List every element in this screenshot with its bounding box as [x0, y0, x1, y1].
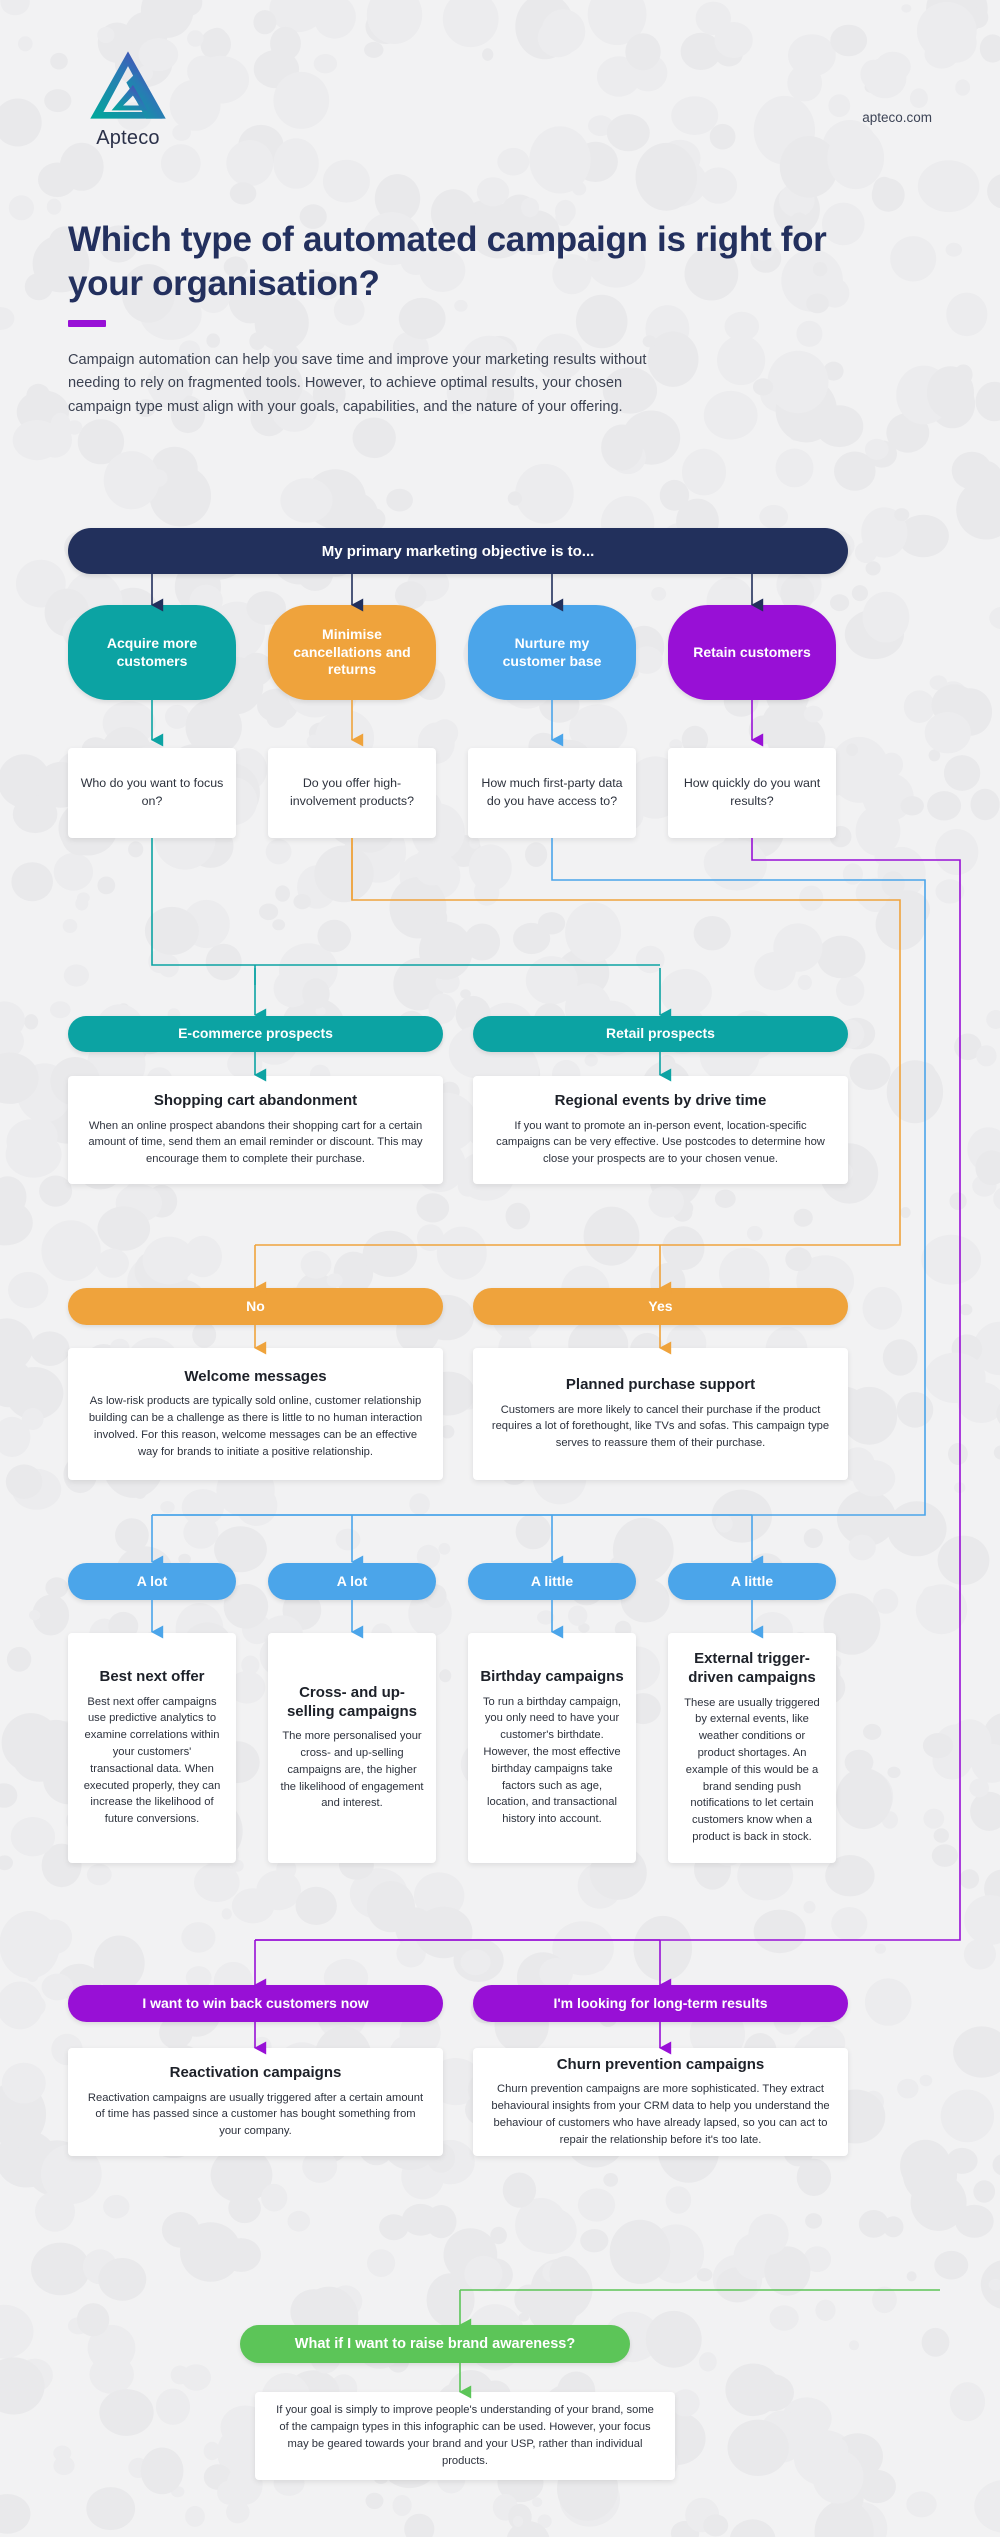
- objective-pill-minimise[interactable]: Minimise cancellations and returns: [268, 605, 436, 700]
- card-body: These are usually triggered by external …: [684, 1696, 820, 1844]
- blue-option-a-little-1[interactable]: A little: [468, 1563, 636, 1600]
- card-heading: Planned purchase support: [565, 1375, 756, 1393]
- accent-bar: [68, 319, 106, 327]
- card-heading: Cross- and up-selling campaigns: [286, 1683, 418, 1720]
- objective-pill-nurture[interactable]: Nurture my customer base: [468, 605, 636, 700]
- objective-label: Acquire more customers: [106, 635, 198, 669]
- blue-option-a-lot-1[interactable]: A lot: [68, 1563, 236, 1600]
- card-body: If your goal is simply to improve people…: [276, 2404, 654, 2467]
- question-card-high-involvement: Do you offer high-involvement products?: [268, 748, 436, 838]
- card-body: When an online prospect abandons their s…: [88, 1119, 423, 1166]
- option-label: I'm looking for long-term results: [553, 1994, 768, 2011]
- card-heading: Reactivation campaigns: [169, 2063, 342, 2081]
- card-churn-prevention-campaigns: Churn prevention campaigns Churn prevent…: [473, 2048, 848, 2156]
- teal-option-retail[interactable]: Retail prospects: [473, 1016, 848, 1052]
- card-body: To run a birthday campaign, you only nee…: [482, 1695, 622, 1826]
- option-label: What if I want to raise brand awareness?: [294, 2335, 576, 2352]
- card-heading: Churn prevention campaigns: [556, 2055, 765, 2073]
- objective-pill-acquire[interactable]: Acquire more customers: [68, 605, 236, 700]
- option-label: A little: [530, 1572, 574, 1589]
- purple-option-long-term[interactable]: I'm looking for long-term results: [473, 1985, 848, 2022]
- card-body: The more personalised your cross- and up…: [280, 1730, 424, 1810]
- objective-label: Retain customers: [693, 643, 811, 660]
- objective-label: Minimise cancellations and returns: [293, 626, 411, 678]
- root-objective-bar: My primary marketing objective is to...: [68, 528, 848, 574]
- objective-label: Nurture my customer base: [502, 635, 602, 669]
- card-birthday-campaigns: Birthday campaigns To run a birthday cam…: [468, 1633, 636, 1863]
- page-title: Which type of automated campaign is righ…: [68, 220, 827, 303]
- question-card-how-quickly: How quickly do you want results?: [668, 748, 836, 838]
- question-card-first-party-data: How much first-party data do you have ac…: [468, 748, 636, 838]
- option-label: A lot: [136, 1572, 168, 1589]
- option-label: Yes: [648, 1297, 673, 1314]
- green-option-brand-awareness[interactable]: What if I want to raise brand awareness?: [240, 2325, 630, 2363]
- card-reactivation-campaigns: Reactivation campaigns Reactivation camp…: [68, 2048, 443, 2156]
- option-label: No: [246, 1297, 265, 1314]
- objective-pill-retain[interactable]: Retain customers: [668, 605, 836, 700]
- card-best-next-offer: Best next offer Best next offer campaign…: [68, 1633, 236, 1863]
- option-label: E-commerce prospects: [178, 1025, 333, 1042]
- card-cross-up-selling: Cross- and up-selling campaigns The more…: [268, 1633, 436, 1863]
- blue-option-a-lot-2[interactable]: A lot: [268, 1563, 436, 1600]
- card-heading: Welcome messages: [184, 1367, 327, 1385]
- card-body: As low-risk products are typically sold …: [88, 1395, 423, 1458]
- card-heading: Birthday campaigns: [480, 1667, 624, 1685]
- card-welcome-messages: Welcome messages As low-risk products ar…: [68, 1348, 443, 1480]
- site-url[interactable]: apteco.com: [862, 110, 932, 125]
- brand-wordmark: Apteco: [96, 127, 160, 149]
- card-heading: External trigger-driven campaigns: [688, 1650, 816, 1686]
- infographic-page: Apteco apteco.com Which type of automate…: [0, 0, 1000, 2537]
- option-label: I want to win back customers now: [142, 1994, 369, 2011]
- card-body: Reactivation campaigns are usually trigg…: [87, 2091, 424, 2138]
- card-planned-purchase-support: Planned purchase support Customers are m…: [473, 1348, 848, 1480]
- question-card-focus: Who do you want to focus on?: [68, 748, 236, 838]
- option-label: A lot: [336, 1572, 368, 1589]
- title-block: Which type of automated campaign is righ…: [68, 218, 888, 419]
- page-header: Apteco apteco.com: [0, 0, 1000, 200]
- purple-option-win-back[interactable]: I want to win back customers now: [68, 1985, 443, 2022]
- card-regional-events: Regional events by drive time If you wan…: [473, 1076, 848, 1184]
- intro-paragraph: Campaign automation can help you save ti…: [68, 351, 647, 415]
- card-shopping-cart-abandonment: Shopping cart abandonment When an online…: [68, 1076, 443, 1184]
- apteco-triangle-logo-icon: [90, 51, 166, 119]
- card-heading: Regional events by drive time: [554, 1091, 767, 1109]
- card-heading: Best next offer: [99, 1667, 205, 1685]
- orange-option-yes[interactable]: Yes: [473, 1288, 848, 1325]
- blue-option-a-little-2[interactable]: A little: [668, 1563, 836, 1600]
- card-external-trigger-driven: External trigger-driven campaigns These …: [668, 1633, 836, 1863]
- brand-logo: Apteco: [68, 48, 188, 150]
- orange-option-no[interactable]: No: [68, 1288, 443, 1325]
- option-label: A little: [730, 1572, 774, 1589]
- card-body: Best next offer campaigns use predictive…: [83, 1695, 221, 1826]
- card-brand-awareness: If your goal is simply to improve people…: [255, 2392, 675, 2480]
- card-body: Customers are more likely to cancel thei…: [491, 1403, 830, 1450]
- card-body: If you want to promote an in-person even…: [496, 1119, 825, 1166]
- card-body: Churn prevention campaigns are more soph…: [491, 2083, 830, 2146]
- teal-option-ecommerce[interactable]: E-commerce prospects: [68, 1016, 443, 1052]
- card-heading: Shopping cart abandonment: [153, 1091, 358, 1109]
- option-label: Retail prospects: [606, 1025, 715, 1042]
